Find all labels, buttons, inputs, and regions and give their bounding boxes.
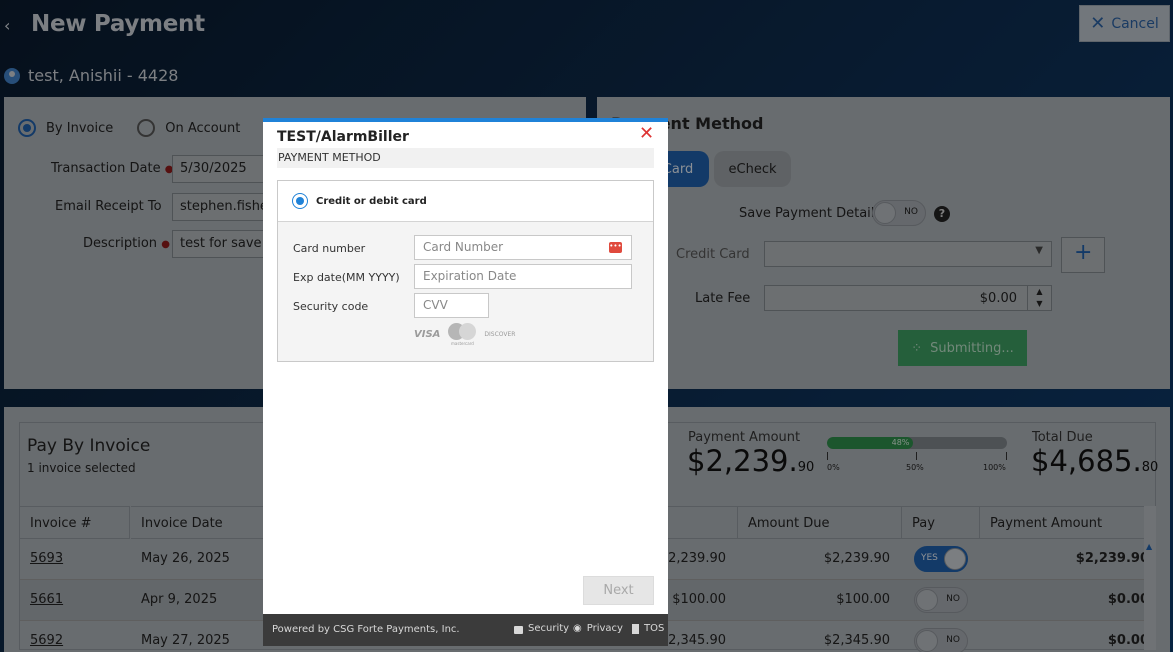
- footer-powered-by: Powered by CSG Forte Payments, Inc.: [272, 624, 460, 635]
- tos-link[interactable]: TOS: [632, 623, 664, 634]
- eye-icon: ◉: [573, 623, 582, 634]
- next-button[interactable]: Next: [583, 576, 654, 605]
- exp-date-label: Exp date(MM YYYY): [293, 271, 400, 284]
- privacy-link[interactable]: ◉ Privacy: [573, 623, 623, 634]
- exp-date-input[interactable]: Expiration Date: [414, 264, 632, 289]
- card-number-placeholder: Card Number: [423, 240, 504, 254]
- document-icon: [632, 623, 639, 634]
- cvv-input[interactable]: CVV: [414, 293, 489, 318]
- close-icon[interactable]: ✕: [639, 123, 654, 144]
- card-option-header[interactable]: Credit or debit card: [278, 181, 653, 222]
- modal-title: TEST/AlarmBiller: [277, 129, 409, 145]
- card-option-radio[interactable]: [292, 193, 308, 209]
- card-number-label: Card number: [293, 242, 366, 255]
- card-form: Card number Card Number ••• Exp date(MM …: [278, 222, 653, 361]
- discover-logo: DISCOVER: [484, 331, 516, 338]
- card-logos: VISA mastercard DISCOVER: [414, 323, 515, 346]
- security-link[interactable]: Security: [514, 623, 569, 634]
- card-option-box: Credit or debit card Card number Card Nu…: [277, 180, 654, 362]
- card-option-label: Credit or debit card: [316, 195, 427, 207]
- lock-icon: [514, 625, 523, 634]
- payment-modal: TEST/AlarmBiller ✕ PAYMENT METHOD Credit…: [263, 118, 668, 646]
- card-number-input[interactable]: Card Number •••: [414, 235, 632, 260]
- mastercard-logo: mastercard: [448, 323, 477, 346]
- mastercard-icon: [448, 323, 477, 341]
- modal-footer: Powered by CSG Forte Payments, Inc. Secu…: [263, 614, 668, 646]
- visa-logo: VISA: [414, 329, 441, 340]
- security-code-label: Security code: [293, 300, 369, 313]
- card-icon: •••: [609, 242, 622, 253]
- modal-subtitle: PAYMENT METHOD: [277, 148, 654, 168]
